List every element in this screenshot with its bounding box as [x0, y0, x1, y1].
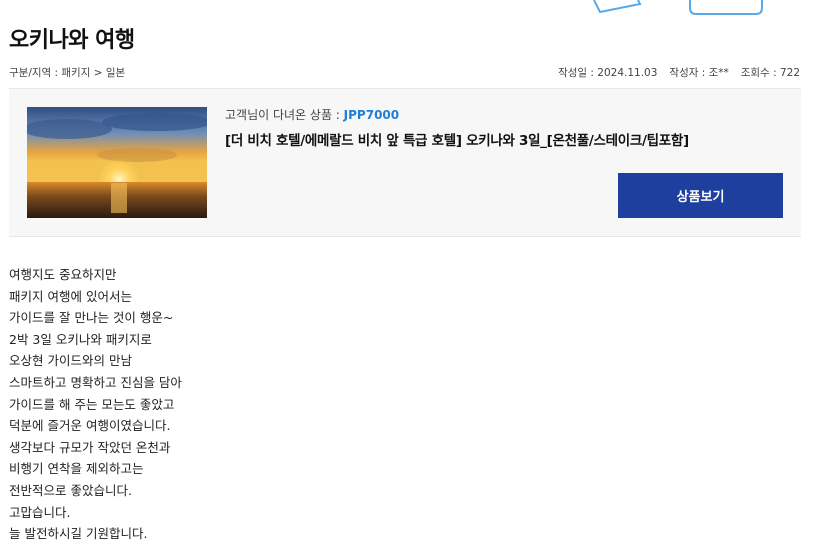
- review-line: 가이드를 잘 만나는 것이 행운~: [9, 310, 174, 326]
- review-line: 스마트하고 명확하고 진심을 담아: [9, 374, 182, 390]
- review-line: 가이드를 해 주는 모는도 좋았고: [9, 396, 175, 412]
- review-line: 오상현 가이드와의 만남: [9, 353, 132, 369]
- review-line: 덕분에 즐거운 여행이였습니다.: [9, 418, 171, 434]
- post-date: 작성일 : 2024.11.03: [558, 67, 658, 79]
- post-author: 작성자 : 조**: [669, 67, 729, 79]
- product-title[interactable]: [더 비치 호텔/에메랄드 비치 앞 특급 호텔] 오키나와 3일_[온천풀/스…: [225, 129, 689, 149]
- sunset-image: [27, 107, 207, 218]
- view-product-button[interactable]: 상품보기: [618, 173, 783, 218]
- review-line: 비행기 연착을 제외하고는: [9, 461, 144, 477]
- review-line: 고맙습니다.: [9, 504, 71, 520]
- product-thumbnail[interactable]: [27, 107, 207, 218]
- product-code[interactable]: JPP7000: [344, 108, 399, 122]
- review-line: 생각보다 규모가 작았던 온천과: [9, 439, 171, 455]
- review-line: 전반적으로 좋았습니다.: [9, 482, 132, 498]
- product-card: 고객님이 다녀온 상품 : JPP7000 [더 비치 호텔/에메랄드 비치 앞…: [9, 88, 801, 237]
- review-line: 패키지 여행에 있어서는: [9, 288, 132, 304]
- review-line: 2박 3일 오키나와 패키지로: [9, 331, 152, 347]
- category-breadcrumb: 구분/지역 : 패키지 > 일본: [9, 67, 126, 79]
- decorative-illustration: [593, 0, 763, 15]
- view-count: 조회수 : 722: [740, 67, 800, 79]
- post-meta: 작성일 : 2024.11.03 작성자 : 조** 조회수 : 722: [558, 65, 800, 80]
- page-title: 오키나와 여행: [9, 28, 135, 53]
- review-body: 여행지도 중요하지만 패키지 여행에 있어서는 가이드를 잘 만나는 것이 행운…: [9, 264, 182, 545]
- product-label-text: 고객님이 다녀온 상품 :: [225, 108, 344, 122]
- review-line: 여행지도 중요하지만: [9, 267, 117, 282]
- product-label: 고객님이 다녀온 상품 : JPP7000: [225, 106, 399, 123]
- review-line: 늘 발전하시길 기원합니다.: [9, 526, 148, 542]
